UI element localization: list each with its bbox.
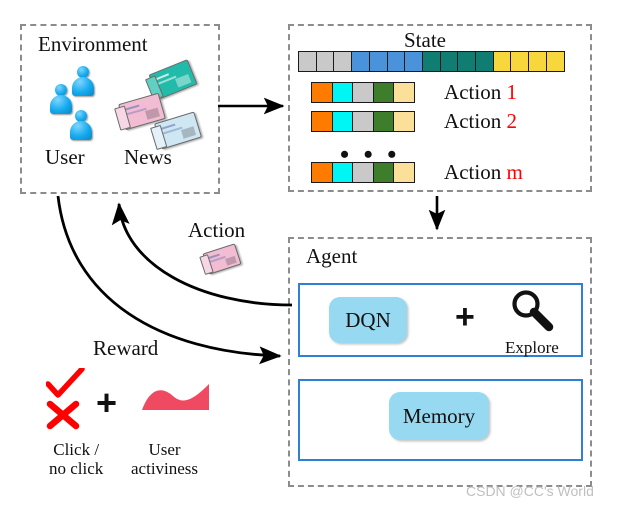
news-block	[181, 126, 197, 139]
user-person-icon	[70, 66, 96, 98]
action-cell-4	[393, 111, 416, 132]
action-label-prefix: Action	[444, 80, 507, 104]
state-title: State	[404, 28, 446, 52]
action-cell-3	[372, 82, 395, 103]
news-block	[225, 255, 237, 266]
action-label: Action m	[444, 160, 523, 185]
activeness-line-2: activiness	[131, 459, 199, 478]
action-cell-2	[352, 111, 375, 132]
action-cell-0	[311, 162, 333, 183]
action-cell-3	[372, 111, 395, 132]
action-label-prefix: Action	[444, 160, 507, 184]
action-row: Action m	[311, 160, 523, 185]
state-cell-13	[528, 51, 548, 72]
state-cell-14	[545, 51, 565, 72]
state-cell-4	[368, 51, 388, 72]
agent-title: Agent	[306, 244, 358, 268]
action-vector	[311, 82, 416, 103]
person-body	[70, 121, 92, 140]
action-row: Action 1	[311, 80, 517, 105]
watermark: CSDN @CC's World	[466, 483, 594, 499]
action-vector	[311, 111, 416, 132]
person-body	[72, 77, 94, 96]
user-label: User	[45, 145, 85, 169]
click-line-2: no click	[49, 459, 104, 478]
reward-plus-symbol: +	[96, 382, 118, 423]
action-cell-1	[331, 111, 354, 132]
state-cell-10	[475, 51, 495, 72]
click-reward-label: Click / no click	[49, 440, 103, 478]
reward-flow-label: Reward	[93, 336, 159, 360]
activity-wave-icon	[140, 382, 212, 414]
action-index: m	[506, 160, 523, 184]
action-cell-2	[352, 162, 375, 183]
activeness-reward-label: User activiness	[131, 440, 198, 478]
arrow-reward-to-agent	[56, 195, 282, 365]
action-cell-4	[393, 82, 416, 103]
state-cell-9	[457, 51, 477, 72]
state-vector	[298, 51, 565, 72]
action-cell-1	[331, 162, 354, 183]
news-block	[175, 73, 192, 88]
action-cell-0	[311, 82, 333, 103]
action-row: Action 2	[311, 109, 517, 134]
x-mark-icon	[46, 400, 80, 430]
state-cell-8	[439, 51, 459, 72]
action-label: Action 1	[444, 80, 517, 105]
action-cell-3	[372, 162, 395, 183]
news-block	[145, 107, 160, 120]
state-cell-1	[315, 51, 335, 72]
agent-plus-symbol: +	[455, 298, 475, 336]
state-cell-0	[298, 51, 317, 72]
activeness-line-1: User	[148, 440, 181, 459]
action-cell-4	[393, 162, 416, 183]
action-cell-2	[352, 82, 375, 103]
diagram-canvas: Environment User News State Action 1 Act…	[0, 0, 636, 505]
news-icon	[199, 243, 242, 275]
state-cell-12	[510, 51, 530, 72]
state-cell-5	[386, 51, 406, 72]
action-cell-0	[311, 111, 333, 132]
action-cell-1	[331, 82, 354, 103]
state-cell-2	[333, 51, 353, 72]
magnifier-icon	[508, 287, 556, 335]
action-index: 1	[506, 80, 517, 104]
news-label: News	[124, 145, 172, 169]
check-mark-icon	[45, 366, 86, 398]
environment-title: Environment	[38, 32, 148, 56]
action-label-prefix: Action	[444, 109, 507, 133]
dqn-node: DQN	[329, 297, 407, 343]
action-label: Action 2	[444, 109, 517, 134]
user-person-icon	[68, 110, 94, 142]
click-line-1: Click /	[53, 440, 100, 459]
state-cell-6	[404, 51, 424, 72]
action-vector	[311, 162, 416, 183]
state-cell-7	[421, 51, 441, 72]
action-flow-label: Action	[188, 218, 246, 242]
explore-label: Explore	[505, 338, 559, 357]
memory-node: Memory	[389, 392, 489, 440]
state-cell-3	[351, 51, 371, 72]
state-cell-11	[492, 51, 512, 72]
action-index: 2	[506, 109, 517, 133]
